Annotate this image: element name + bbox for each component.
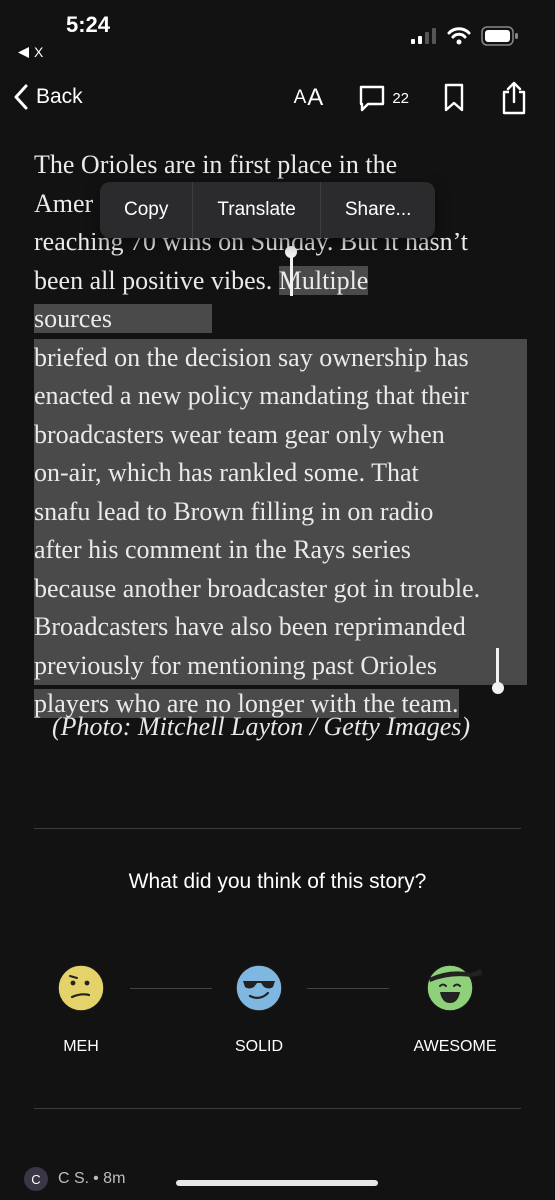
bookmark-button[interactable] — [443, 83, 465, 113]
font-size-button[interactable]: AA — [294, 84, 325, 112]
selection-end-handle[interactable] — [492, 682, 504, 694]
comment-time: • 8m — [93, 1170, 126, 1187]
back-label: Back — [36, 85, 83, 108]
battery-icon — [481, 26, 518, 46]
share-icon — [502, 81, 526, 115]
font-size-big-glyph: A — [307, 84, 325, 111]
article-line-11: because another broadcaster got in troub… — [34, 569, 527, 608]
divider-top — [34, 828, 521, 829]
back-to-app-link[interactable]: X — [18, 44, 43, 60]
feedback-question: What did you think of this story? — [128, 870, 427, 893]
share-menu-item[interactable]: Share... — [321, 182, 436, 238]
photo-caption: (Photo: Mitchell Layton / Getty Images) — [52, 712, 471, 741]
selection-start-cursor[interactable] — [290, 256, 293, 296]
sunglasses-face-icon — [235, 964, 283, 1012]
article-line-8: on-air, which has rankled some. That — [34, 454, 527, 493]
meh-face-icon — [57, 964, 105, 1012]
comment-user: C S. — [58, 1170, 90, 1187]
article-line-5: briefed on the decision say ownership ha… — [34, 338, 527, 377]
article-line-6: enacted a new policy mandating that thei… — [34, 377, 527, 416]
article-line-7: broadcasters wear team gear only when — [34, 415, 527, 454]
article-line-9: snafu lead to Brown filling in on radio — [34, 492, 527, 531]
font-size-small-glyph: A — [293, 87, 308, 108]
chevron-left-icon — [14, 84, 28, 110]
rating-awesome-button[interactable]: AWESOME — [385, 963, 525, 1056]
status-time: 5:24 — [66, 12, 111, 37]
back-triangle-icon — [18, 46, 29, 58]
back-button[interactable]: Back — [12, 84, 83, 110]
nav-actions: AA 22 — [260, 80, 529, 116]
comment-preview[interactable]: C C S. • 8m — [24, 1167, 125, 1191]
article-line-12: Broadcasters have also been reprimanded — [34, 608, 527, 647]
status-icons — [411, 26, 519, 46]
comments-button[interactable]: 22 — [358, 84, 409, 112]
comment-icon — [360, 85, 385, 112]
bookmark-icon — [444, 83, 464, 112]
rating-solid-label: SOLID — [234, 1038, 283, 1055]
article-line-4: been all positive vibes. Multiple source… — [34, 265, 369, 333]
share-button[interactable] — [499, 80, 529, 116]
translate-menu-item[interactable]: Translate — [193, 182, 321, 238]
wifi-icon — [447, 27, 471, 45]
text-context-menu: Copy Translate Share... — [100, 182, 436, 238]
copy-menu-item[interactable]: Copy — [100, 182, 194, 238]
rating-solid-button[interactable]: SOLID — [189, 963, 329, 1056]
divider-bottom — [34, 1108, 521, 1109]
selection-end-cursor[interactable] — [496, 648, 499, 686]
article-line-10: after his comment in the Rays series — [34, 531, 527, 570]
rating-meh-label: MEH — [63, 1038, 99, 1055]
party-face-icon — [426, 964, 482, 1012]
article-line-1: The Orioles are in first place in the — [34, 150, 398, 179]
home-indicator[interactable] — [176, 1180, 378, 1186]
comment-count: 22 — [392, 89, 409, 107]
article-line-13: previously for mentioning past Orioles — [34, 646, 527, 685]
rating-meh-button[interactable]: MEH — [11, 963, 151, 1056]
rating-awesome-label: AWESOME — [413, 1038, 497, 1055]
back-app-label: X — [34, 44, 44, 60]
selection-start-handle[interactable] — [285, 246, 297, 258]
avatar: C — [24, 1167, 48, 1191]
signal-icon — [411, 28, 436, 44]
